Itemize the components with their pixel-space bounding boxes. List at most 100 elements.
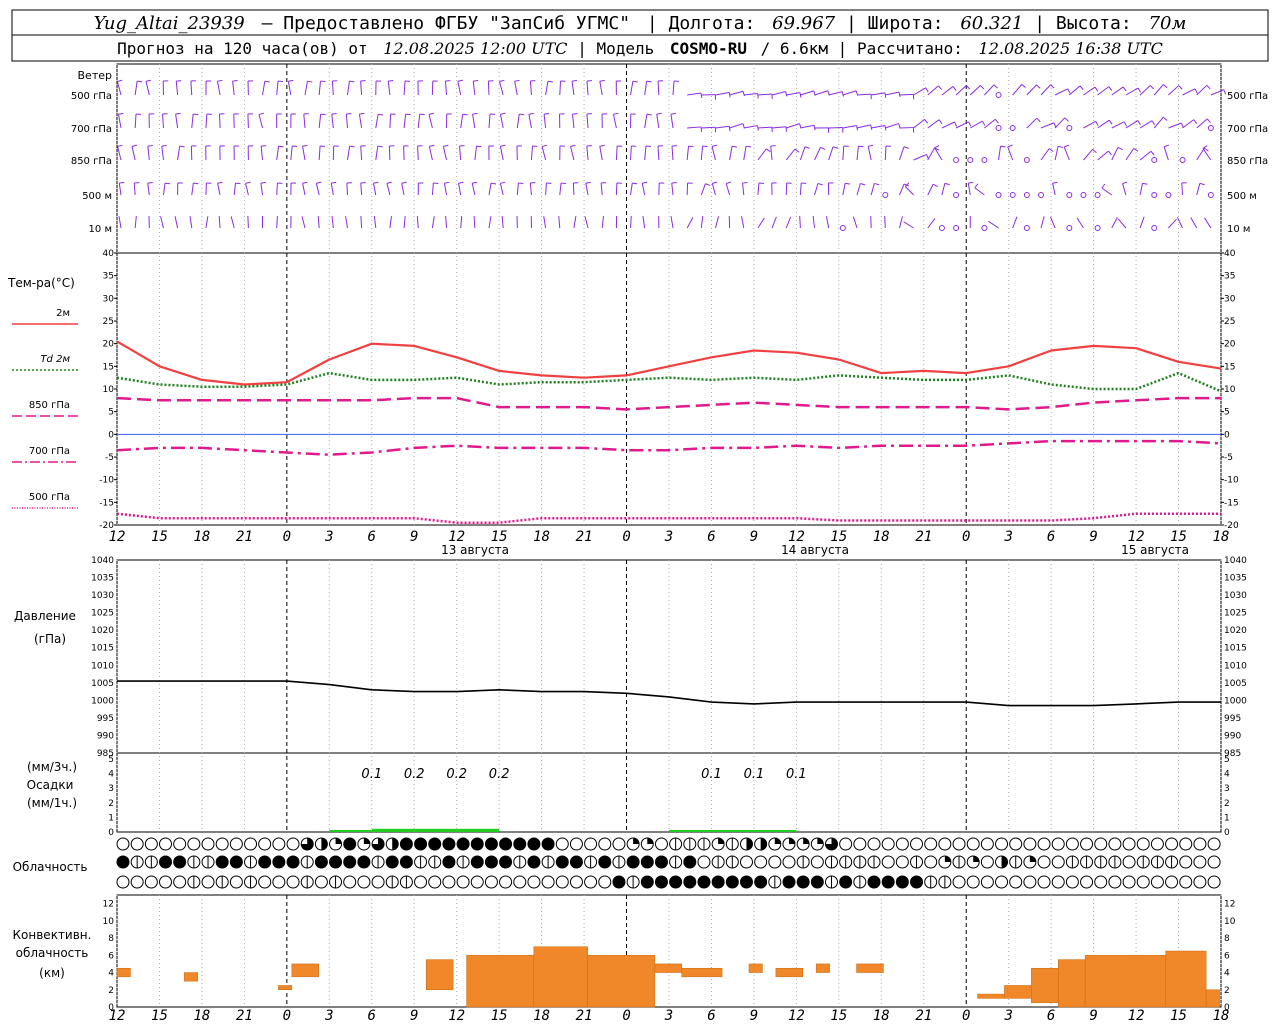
hour-tick-label: 9 [1089,1008,1097,1024]
temp-ytick-right: 30 [1224,294,1236,304]
cloud-cover-symbol [1165,837,1179,851]
wind-barb-flag [1052,181,1058,184]
wind-barb-flag [458,181,464,184]
wind-barb-flag [1057,145,1064,148]
wind-barb [445,215,448,229]
wind-barb-flag [514,79,520,82]
wind-barb-flag [1150,150,1155,156]
wind-barb [1176,216,1183,229]
wind-level-label-left: 10 м [89,224,112,235]
calm-wind-circle [1038,192,1044,198]
wind-barb-flag [1178,85,1183,90]
wind-barb [657,145,660,161]
temp-ytick-right: 40 [1224,249,1236,259]
wind-barb [1153,84,1164,96]
cloud-cover-symbol [229,837,243,851]
legend-label: 850 гПа [29,400,70,411]
wind-barb-flag [519,113,525,116]
wind-barb [1196,147,1205,161]
cloud-fill [760,838,767,850]
wind-barb [457,183,462,196]
wind-barb-flag [359,112,365,115]
hour-tick-label: 12 [788,1008,805,1024]
wind-barb-flag [288,79,294,82]
cloud-cover-symbol [371,875,385,889]
wind-barb-flag [419,113,425,116]
wind-barb-flag [965,85,971,90]
wind-barb [529,81,532,96]
convective-cloud-bar [1031,967,1059,1003]
wind-barb-flag [646,113,652,116]
wind-barb-flag [1117,146,1123,151]
cloud-cover-symbol [895,855,909,869]
wind-barb-flag [1142,182,1148,185]
wind-barb-flag [1181,122,1184,128]
wind-barb [1040,122,1055,129]
cloud-fill [321,838,328,850]
hour-tick-label: 0 [622,529,630,545]
wind-level-label-left: 500 м [82,191,112,202]
wind-barb-flag [1199,182,1205,186]
wind-barb [842,183,846,196]
wind-barb [1012,84,1023,96]
cloud-fill [335,838,342,844]
wind-barb [984,84,995,96]
calm-wind-circle [1151,192,1158,198]
cloud-fill [868,876,881,888]
wind-barb [642,216,646,229]
wind-barb [516,114,520,129]
cloud-cover-symbol [598,875,612,889]
wind-barb [885,123,899,129]
wind-barb [955,121,969,129]
cloud-fill [357,856,370,868]
wind-barb [118,216,122,229]
wind-barb [671,145,674,161]
temp-ytick-right: -10 [1224,476,1239,486]
precip-label-3h: (мм/3ч.) [27,760,77,774]
convective-cloud-bar [815,963,830,973]
wind-barb-flag [1007,144,1013,148]
wind-barb-flag [571,79,578,82]
wind-barb [162,113,164,129]
forecast-prefix: Прогноз на 120 часа(ов) от [117,39,367,58]
calm-wind-circle [1009,125,1016,131]
wind-barb-flag [728,126,731,132]
convective-cloud-bar [748,963,763,973]
cloud-fill [499,856,512,868]
wind-barb-flag [500,181,506,184]
wind-barb-flag [1194,88,1198,94]
wind-barb-flag [932,183,938,187]
wind-barb-flag [119,181,125,184]
wind-barb [346,182,348,196]
cloud-cover-symbol [697,855,711,869]
wind-barb-flag [1079,85,1084,91]
wind-barb-flag [264,80,270,83]
wind-barb [1168,218,1177,229]
precip-ytick-right: 5 [1224,755,1230,765]
wind-barb [1139,183,1144,196]
hour-tick-label: 18 [873,529,890,545]
wind-barb [812,216,816,229]
wind-barb-flag [331,181,337,184]
cloud-cover-symbol [1108,837,1122,851]
cloud-fill [414,838,427,850]
wind-barb-flag [1064,117,1069,122]
wind-barb-flag [1021,84,1026,89]
wind-barb-flag [217,181,223,184]
wind-barb [814,183,819,196]
temperature-legend: 2м Td 2м 850 гПа 700 гПа 500 гПа [12,308,78,509]
wind-barb [358,114,363,129]
wind-barb [871,125,886,129]
cloud-fill [896,876,909,888]
wind-barb-flag [1036,84,1041,89]
wind-barb [572,182,575,196]
calm-wind-circle [1094,225,1101,231]
cloud-cover-symbol [499,875,513,889]
wind-barb [346,81,350,96]
wind-barb [701,126,716,129]
wind-barb [700,146,704,161]
hour-tick-label: 18 [193,1008,210,1024]
calm-wind-circle [995,125,1002,131]
wind-barb [927,119,940,129]
wind-barb [317,215,320,229]
